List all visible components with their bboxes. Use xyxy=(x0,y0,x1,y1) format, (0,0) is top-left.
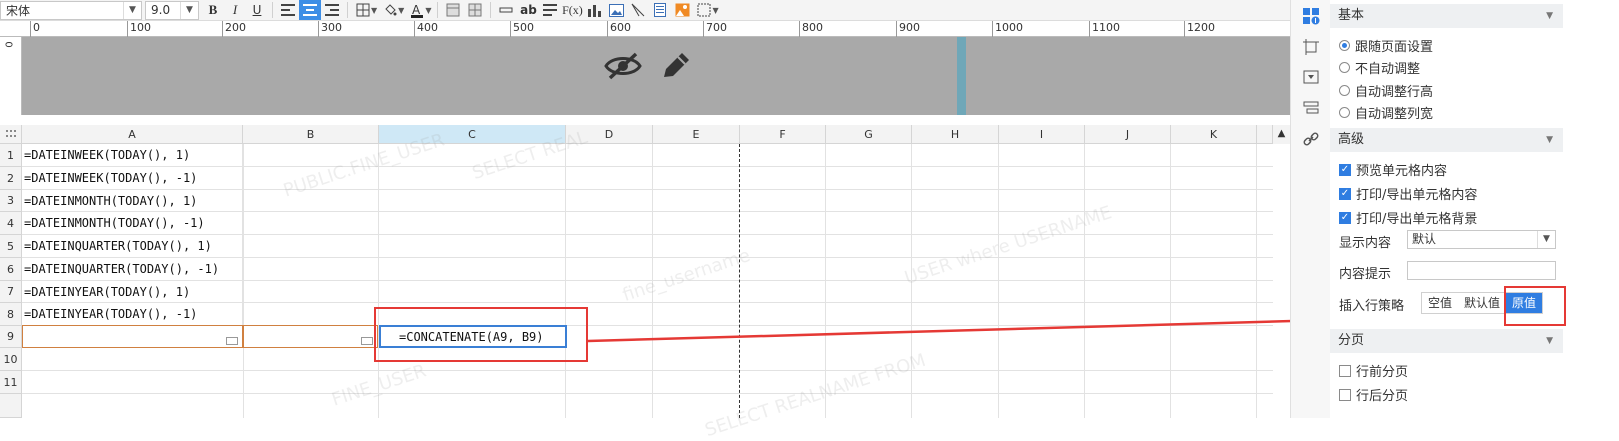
checkbox-page-before-row[interactable]: 行前分页 xyxy=(1339,361,1408,380)
select-value: 默认 xyxy=(1412,232,1437,246)
radio-auto-column-width[interactable]: 自动调整列宽 xyxy=(1339,103,1433,122)
radio-follow-page[interactable]: 跟随页面设置 xyxy=(1339,36,1433,55)
section-basic-header[interactable]: 基本 ▼ xyxy=(1330,4,1563,28)
display-content-select[interactable]: 默认 ▼ xyxy=(1407,230,1556,249)
option-label: 自动调整行高 xyxy=(1355,85,1434,100)
option-label: 行后分页 xyxy=(1356,389,1409,404)
option-label: 打印/导出单元格内容 xyxy=(1356,188,1478,203)
insert-option-default[interactable]: 默认值 xyxy=(1458,293,1507,313)
option-label: 跟随页面设置 xyxy=(1355,40,1434,55)
chevron-down-icon: ▼ xyxy=(1546,336,1553,346)
checkbox-icon xyxy=(1339,364,1351,377)
insert-policy-label: 插入行策略 xyxy=(1339,299,1405,314)
section-advanced-header[interactable]: 高级 ▼ xyxy=(1330,128,1563,152)
chevron-down-icon: ▼ xyxy=(1546,135,1553,145)
section-title: 高级 xyxy=(1338,132,1365,147)
section-title: 基本 xyxy=(1338,8,1365,23)
radio-no-adjust[interactable]: 不自动调整 xyxy=(1339,58,1420,77)
properties-panel: 基本 ▼ 跟随页面设置 不自动调整 自动调整行高 自动调整列宽 高级 ▼ ✓ 预… xyxy=(1330,0,1619,418)
radio-auto-row-height[interactable]: 自动调整行高 xyxy=(1339,81,1433,100)
checkbox-checked-icon: ✓ xyxy=(1339,211,1351,224)
insert-option-empty[interactable]: 空值 xyxy=(1422,293,1459,313)
frame-icon[interactable] xyxy=(1301,37,1321,57)
radio-icon xyxy=(1339,107,1350,118)
chevron-down-icon: ▼ xyxy=(1546,11,1553,21)
content-tip-label: 内容提示 xyxy=(1339,267,1392,282)
display-content-label: 显示内容 xyxy=(1339,236,1392,251)
option-label: 预览单元格内容 xyxy=(1356,164,1448,179)
checkbox-page-after-row[interactable]: 行后分页 xyxy=(1339,385,1408,404)
option-label: 打印/导出单元格背景 xyxy=(1356,212,1478,227)
radio-icon xyxy=(1339,85,1350,96)
condition-icon[interactable] xyxy=(1301,98,1321,118)
side-icon-bar xyxy=(1290,0,1330,418)
option-label: 行前分页 xyxy=(1356,365,1409,380)
checkbox-icon xyxy=(1339,388,1351,401)
checkbox-checked-icon: ✓ xyxy=(1339,163,1351,176)
hyperlink-icon[interactable] xyxy=(1301,129,1321,149)
radio-icon xyxy=(1339,62,1350,73)
widget-icon[interactable] xyxy=(1301,67,1321,87)
callout-box-option xyxy=(1504,286,1566,326)
checkbox-preview-content[interactable]: ✓ 预览单元格内容 xyxy=(1339,160,1447,179)
option-label: 不自动调整 xyxy=(1355,62,1421,77)
checkbox-print-background[interactable]: ✓ 打印/导出单元格背景 xyxy=(1339,208,1477,227)
option-label: 自动调整列宽 xyxy=(1355,107,1434,122)
section-title: 分页 xyxy=(1338,333,1365,348)
checkbox-checked-icon: ✓ xyxy=(1339,187,1351,200)
content-tip-input[interactable] xyxy=(1407,261,1556,280)
section-paging-header[interactable]: 分页 ▼ xyxy=(1330,329,1563,353)
radio-icon xyxy=(1339,40,1350,51)
chevron-down-icon: ▼ xyxy=(1537,231,1555,248)
checkbox-print-content[interactable]: ✓ 打印/导出单元格内容 xyxy=(1339,184,1477,203)
cell-attributes-icon[interactable] xyxy=(1301,6,1321,26)
